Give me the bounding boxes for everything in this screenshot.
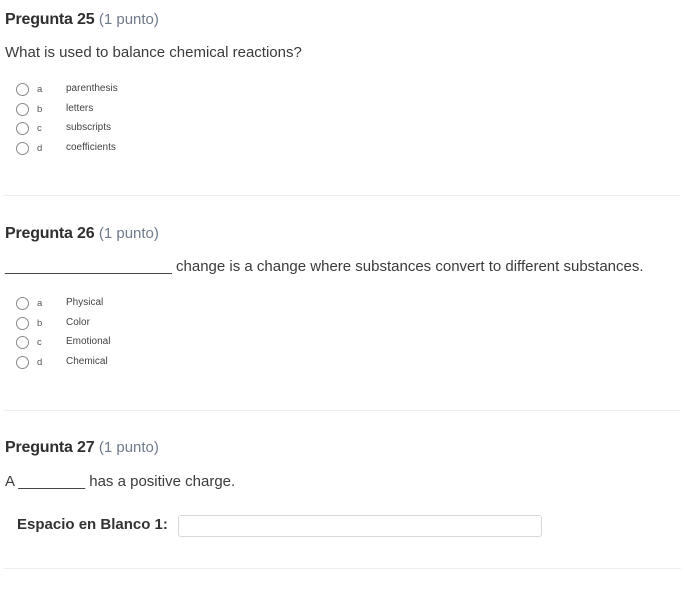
- question-divider: [4, 568, 681, 569]
- option-letter: a: [37, 298, 43, 309]
- question-title: Pregunta 25 (1 punto): [5, 11, 159, 29]
- radio-button[interactable]: [16, 102, 29, 116]
- radio-button[interactable]: [16, 355, 29, 369]
- option-letter: c: [37, 337, 42, 348]
- radio-button[interactable]: [16, 336, 29, 350]
- option-letter: b: [37, 103, 43, 115]
- radio-button[interactable]: [16, 141, 29, 155]
- question-text: A ________ has a positive charge.: [5, 473, 236, 490]
- option-text: parenthesis: [66, 83, 118, 94]
- option-c[interactable]: c subscripts: [16, 119, 111, 139]
- question-divider: [4, 410, 681, 411]
- option-d[interactable]: d coefficients: [16, 139, 116, 159]
- question-points: (1 punto): [98, 11, 159, 28]
- answer-options: a parenthesis b letters c subscripts d c…: [16, 80, 118, 159]
- option-text: Emotional: [66, 336, 111, 347]
- option-b[interactable]: b Color: [16, 314, 90, 334]
- option-text: Color: [66, 316, 90, 328]
- option-a[interactable]: a parenthesis: [16, 80, 118, 100]
- radio-button[interactable]: [16, 297, 29, 311]
- question-number: Pregunta 25: [5, 11, 95, 28]
- option-letter: a: [37, 84, 43, 95]
- option-text: subscripts: [66, 122, 112, 133]
- blank-1-input[interactable]: [178, 515, 542, 537]
- question-text: What is used to balance chemical reactio…: [5, 44, 302, 61]
- option-c[interactable]: c Emotional: [16, 333, 110, 353]
- question-title: Pregunta 26 (1 punto): [5, 225, 159, 243]
- question-points: (1 punto): [98, 439, 159, 456]
- question-divider: [4, 195, 681, 196]
- question-title: Pregunta 27 (1 punto): [5, 439, 159, 457]
- option-d[interactable]: d Chemical: [16, 353, 108, 373]
- option-a[interactable]: a Physical: [16, 294, 103, 314]
- option-letter: d: [37, 356, 43, 368]
- question-points: (1 punto): [98, 225, 159, 242]
- option-text: coefficients: [66, 141, 116, 153]
- question-text: ____________________ change is a change …: [5, 258, 644, 275]
- option-text: Physical: [66, 297, 104, 308]
- blank-label: Espacio en Blanco 1:: [17, 516, 168, 533]
- option-letter: d: [37, 142, 43, 154]
- option-letter: c: [37, 123, 42, 134]
- radio-button[interactable]: [16, 316, 29, 330]
- option-letter: b: [37, 317, 43, 329]
- option-text: Chemical: [66, 355, 108, 367]
- answer-options: a Physical b Color c Emotional d Chemica…: [16, 294, 110, 373]
- radio-button[interactable]: [16, 83, 29, 97]
- option-text: letters: [66, 102, 94, 114]
- option-b[interactable]: b letters: [16, 100, 93, 120]
- question-number: Pregunta 26: [5, 225, 95, 242]
- question-number: Pregunta 27: [5, 439, 95, 456]
- radio-button[interactable]: [16, 122, 29, 136]
